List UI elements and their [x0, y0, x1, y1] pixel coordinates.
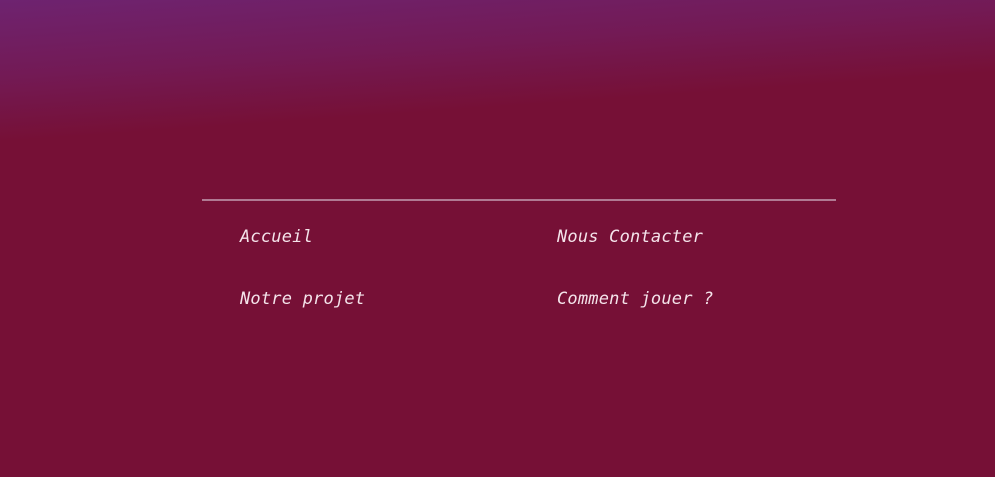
footer-link-projet[interactable]: Notre projet: [240, 289, 365, 309]
footer-link-accueil[interactable]: Accueil: [240, 227, 313, 247]
footer-nav: Accueil Nous Contacter Notre projet Comm…: [202, 199, 836, 339]
footer-link-comment-jouer[interactable]: Comment jouer ?: [557, 289, 714, 309]
footer-divider: [202, 199, 836, 201]
footer-link-contact[interactable]: Nous Contacter: [557, 227, 703, 247]
